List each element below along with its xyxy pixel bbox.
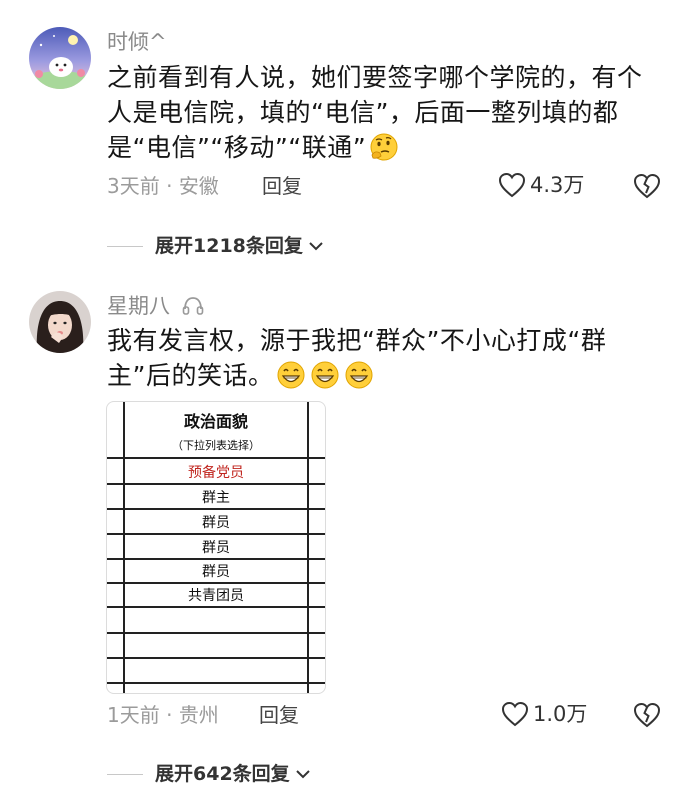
row-line <box>107 558 325 560</box>
row-line <box>107 582 325 584</box>
comment-text: 之前看到有人说，她们要签字哪个学院的，有个人是电信院，填的“电信”，后面一整列填… <box>107 60 647 171</box>
row-line <box>107 606 325 608</box>
grinning-face-icon <box>275 360 307 399</box>
divider <box>107 773 143 775</box>
like-button[interactable]: 4.3万 <box>498 172 584 198</box>
expand-replies-button[interactable]: 展开1218条回复 <box>107 233 325 259</box>
headphones-icon <box>182 297 203 315</box>
reply-button[interactable]: 回复 <box>262 173 302 199</box>
column-subheader: （下拉列表选择） <box>172 439 260 452</box>
grinning-face-icon <box>343 360 375 399</box>
row-line <box>107 632 325 634</box>
row-line <box>107 533 325 535</box>
like-count: 1.0万 <box>533 702 588 726</box>
grinning-face-icon <box>309 360 341 399</box>
dislike-button[interactable] <box>633 702 661 732</box>
avatar[interactable] <box>29 291 91 353</box>
heart-icon <box>498 172 526 198</box>
column-header: 政治面貌 <box>183 412 248 431</box>
dislike-button[interactable] <box>633 173 661 203</box>
heart-icon <box>501 701 529 727</box>
reply-button[interactable]: 回复 <box>259 702 299 728</box>
chevron-down-icon <box>295 770 310 779</box>
location: 贵州 <box>178 703 219 727</box>
like-count: 4.3万 <box>530 173 585 197</box>
table-cell: 预备党员 <box>188 465 244 481</box>
avatar[interactable] <box>29 27 91 89</box>
table-cell: 群员 <box>202 540 230 556</box>
thinking-face-icon <box>368 132 400 171</box>
broken-heart-icon <box>633 702 661 728</box>
username[interactable]: 时倾^ <box>107 29 167 55</box>
row-line <box>107 483 325 485</box>
table-cell: 群主 <box>202 490 230 506</box>
divider <box>107 245 143 247</box>
timestamp: 3天前 <box>107 174 160 198</box>
table-cell: 群员 <box>202 515 230 531</box>
comment-meta: 3天前 · 安徽 <box>107 174 219 198</box>
comment-text: 我有发言权，源于我把“群众”不小心打成“群主”后的笑话。 <box>107 323 647 399</box>
broken-heart-icon <box>633 173 661 199</box>
table-cell: 群员 <box>202 564 230 580</box>
attached-image[interactable]: 政治面貌 （下拉列表选择） 预备党员 群主 群员 群员 群员 共青团员 <box>106 401 326 694</box>
row-line <box>107 457 325 459</box>
comment-meta: 1天前 · 贵州 <box>107 703 219 727</box>
row-line <box>107 508 325 510</box>
expand-replies-button[interactable]: 展开642条回复 <box>107 761 312 787</box>
like-button[interactable]: 1.0万 <box>501 701 587 727</box>
table-cell: 共青团员 <box>188 588 244 604</box>
username[interactable]: 星期八 <box>107 293 205 319</box>
location: 安徽 <box>178 174 219 198</box>
row-line <box>107 657 325 659</box>
row-line <box>107 682 325 684</box>
timestamp: 1天前 <box>107 703 160 727</box>
chevron-down-icon <box>309 242 323 251</box>
